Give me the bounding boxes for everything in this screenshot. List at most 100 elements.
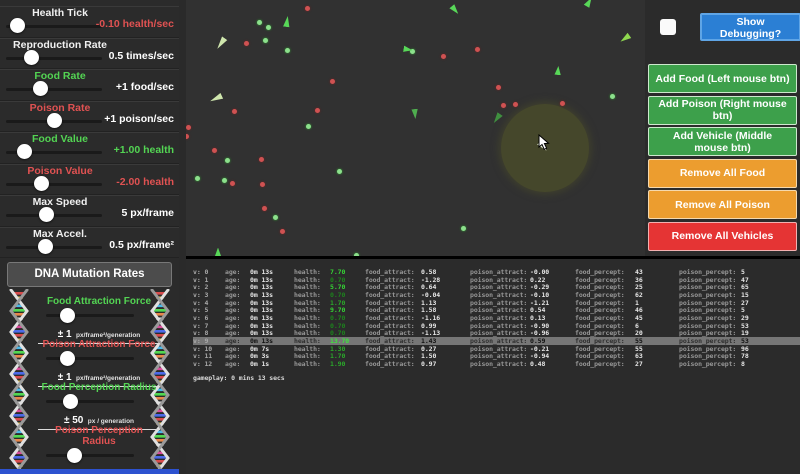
poison-dot (186, 134, 189, 139)
slider-value: +1 food/sec (116, 81, 174, 93)
debug-row: v: 2 age:0m 13s health:5.70 food_attract… (193, 283, 800, 291)
poison-dot (262, 206, 267, 211)
poison-dot (441, 54, 446, 59)
slider-value: 0.5 times/sec (109, 50, 174, 62)
slider-track[interactable] (6, 57, 102, 60)
poison-dot (501, 103, 506, 108)
slider-thumb[interactable] (67, 448, 82, 463)
slider-thumb[interactable] (33, 81, 48, 96)
food-dot (266, 25, 271, 30)
slider (46, 308, 134, 323)
debug-row: v: 5 age:0m 13s health:9.70 food_attract… (193, 306, 800, 314)
slider-thumb[interactable] (10, 18, 25, 33)
slider-track[interactable] (46, 454, 134, 457)
slider-food-rate: Food Rate +1 food/sec (0, 69, 179, 101)
slider-track[interactable] (6, 183, 102, 186)
poison-dot (315, 108, 320, 113)
slider-track[interactable] (6, 88, 102, 91)
button-stack: Add Food (Left mouse btn) Add Poison (Rig… (648, 64, 797, 251)
vehicle (618, 32, 632, 45)
vehicle (449, 4, 462, 17)
slider-thumb[interactable] (47, 113, 62, 128)
remove-all-poison-button[interactable]: Remove All Poison (648, 190, 797, 219)
poison-dot (496, 85, 501, 90)
slider-thumb[interactable] (38, 239, 53, 254)
slider-track[interactable] (46, 357, 134, 360)
debug-row: v: 9 age:0m 13s health:13.70 food_attrac… (193, 337, 800, 345)
poison-dot (560, 101, 565, 106)
slider-label: Food Value (0, 133, 120, 145)
poison-dot (513, 102, 518, 107)
slider-label: Max Accel. (0, 228, 120, 240)
dna-slider-food-perception-radius: Food Perception Radius ± 50 px / generat… (38, 382, 141, 425)
remove-all-food-button[interactable]: Remove All Food (648, 159, 797, 188)
debug-readout: v: 0 age:0m 13s health:7.70 food_attract… (186, 259, 800, 474)
slider-thumb[interactable] (60, 308, 75, 323)
poison-dot (186, 125, 191, 130)
debug-row: v: 11 age:0m 3s health:1.70 food_attract… (193, 353, 800, 361)
add-poison-button[interactable]: Add Poison (Right mouse btn) (648, 96, 797, 125)
slider-label: Poison Rate (0, 102, 120, 114)
vehicle (491, 111, 504, 125)
mouse-cursor-icon (538, 134, 550, 151)
debug-row: v: 6 age:0m 13s health:0.70 food_attract… (193, 314, 800, 322)
slider-max-accel: Max Accel. 0.5 px/frame² (0, 227, 179, 259)
remove-all-vehicles-button[interactable]: Remove All Vehicles (648, 222, 797, 251)
poison-dot (232, 109, 237, 114)
food-dot (263, 38, 268, 43)
slider-food-value: Food Value +1.00 health (0, 132, 179, 164)
debug-row: v: 8 age:0m 13s health:0.70 food_attract… (193, 330, 800, 338)
sidebar-bottom-strip (0, 469, 179, 474)
slider-value: 5 px/frame (121, 207, 174, 219)
slider-list: Health Tick -0.10 health/sec Reproductio… (0, 0, 179, 258)
slider-max-speed: Max Speed 5 px/frame (0, 195, 179, 227)
slider (46, 394, 134, 409)
slider-label: Poison Value (0, 165, 120, 177)
vehicle (214, 35, 228, 50)
slider-thumb[interactable] (39, 207, 54, 222)
debug-toggle-row: Show Debugging? (660, 13, 800, 41)
slider-label: Poison Attraction Force (38, 339, 160, 350)
dna-slider-poison-attraction-force: Poison Attraction Force ± 1 px/frame²/ge… (38, 339, 141, 382)
slider-poison-rate: Poison Rate +1 poison/sec (0, 101, 179, 133)
slider-thumb[interactable] (17, 144, 32, 159)
slider-label: Max Speed (0, 196, 120, 208)
slider-track[interactable] (6, 246, 102, 249)
slider-value: -0.10 health/sec (96, 18, 174, 30)
food-dot (337, 169, 342, 174)
debug-row: v: 0 age:0m 13s health:7.70 food_attract… (193, 268, 800, 276)
food-dot (273, 215, 278, 220)
food-dot (222, 178, 227, 183)
show-debugging-button[interactable]: Show Debugging? (700, 13, 800, 41)
dna-slider-list: Food Attraction Force ± 1 px/frame²/gene… (38, 289, 141, 468)
poison-dot (305, 6, 310, 11)
gameplay-time: gameplay: 0 mins 13 secs (193, 374, 800, 382)
vehicle (208, 92, 223, 105)
slider-track[interactable] (46, 400, 134, 403)
slider-label: Poison Perception Radius (38, 425, 160, 447)
slider-track[interactable] (6, 214, 102, 217)
slider-track[interactable] (46, 314, 134, 317)
dna-slider-food-attraction-force: Food Attraction Force ± 1 px/frame²/gene… (38, 296, 141, 339)
slider-value: +1 poison/sec (104, 113, 174, 125)
dna-section: Food Attraction Force ± 1 px/frame²/gene… (0, 289, 179, 474)
slider-thumb[interactable] (60, 351, 75, 366)
dna-mutation-rates-header[interactable]: DNA Mutation Rates (7, 262, 172, 287)
show-debugging-checkbox[interactable] (660, 19, 676, 35)
add-food-button[interactable]: Add Food (Left mouse btn) (648, 64, 797, 93)
slider (46, 351, 134, 366)
vehicle (554, 65, 563, 75)
slider-thumb[interactable] (34, 176, 49, 191)
debug-rows: v: 0 age:0m 13s health:7.70 food_attract… (193, 268, 800, 368)
slider-poison-value: Poison Value -2.00 health (0, 164, 179, 196)
debug-row: v: 10 age:0m 7s health:1.30 food_attract… (193, 345, 800, 353)
dna-helix-left-icon (1, 289, 37, 474)
poison-dot (280, 229, 285, 234)
slider-value: +1.00 health (114, 144, 174, 156)
debug-row: v: 7 age:0m 13s health:0.70 food_attract… (193, 322, 800, 330)
add-vehicle-button[interactable]: Add Vehicle (Middle mouse btn) (648, 127, 797, 156)
vehicle-id: v: 12 (193, 360, 225, 368)
sidebar: Health Tick -0.10 health/sec Reproductio… (0, 0, 179, 474)
slider-thumb[interactable] (24, 50, 39, 65)
slider-thumb[interactable] (63, 394, 78, 409)
